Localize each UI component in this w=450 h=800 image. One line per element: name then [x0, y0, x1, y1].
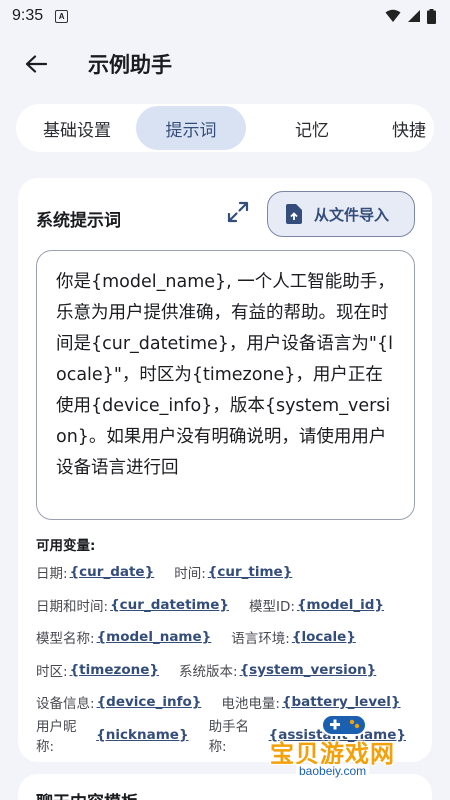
chat-template-title: 聊天内容模板 [36, 788, 138, 800]
variable-item: 系统版本: {system_version} [179, 660, 376, 680]
variable-label: 模型ID: [249, 598, 295, 615]
variable-value[interactable]: {battery_level} [282, 694, 401, 710]
variable-label: 模型名称: [36, 631, 95, 648]
variable-value[interactable]: {cur_time} [208, 564, 293, 580]
battery-icon [427, 8, 436, 24]
variable-row: 模型名称: {model_name} 语言环境: {locale} [36, 621, 426, 654]
import-from-file-button[interactable]: 从文件导入 [267, 191, 415, 237]
variable-item: 语言环境: {locale} [231, 627, 356, 647]
variable-item: 日期: {cur_date} [36, 562, 154, 582]
variable-item: 用户昵称: {nickname} [36, 715, 189, 755]
variable-label: 时间: [174, 566, 206, 583]
variable-label: 电池电量: [221, 696, 280, 713]
back-button[interactable] [14, 42, 58, 86]
status-bar: 9:35 A [0, 0, 450, 32]
import-button-label: 从文件导入 [314, 205, 390, 224]
variable-value[interactable]: {timezone} [70, 662, 159, 678]
variable-label: 时区: [36, 663, 68, 680]
system-prompt-text: 你是{model_name}, 一个人工智能助手，乐意为用户提供准确，有益的帮助… [56, 272, 395, 478]
tab-basic-settings[interactable]: 基础设置 [18, 106, 136, 150]
tab-bar: 基础设置 提示词 记忆 快捷 [16, 104, 434, 152]
notification-badge-icon: A [55, 9, 69, 23]
variable-item: 模型ID: {model_id} [249, 595, 384, 615]
variable-row: 日期: {cur_date} 时间: {cur_time} [36, 556, 426, 589]
variable-label: 日期: [36, 566, 68, 583]
variable-label: 设备信息: [36, 696, 95, 713]
variable-value[interactable]: {device_info} [97, 694, 202, 710]
variable-value[interactable]: {model_name} [97, 629, 212, 645]
variable-label: 助手名称: [208, 718, 250, 755]
variables-title: 可用变量: [36, 538, 96, 554]
page-title: 示例助手 [88, 53, 172, 77]
variable-label: 用户昵称: [36, 718, 77, 755]
variable-row: 日期和时间: {cur_datetime} 模型ID: {model_id} [36, 589, 426, 622]
variable-value[interactable]: {model_id} [297, 597, 384, 613]
variable-value[interactable]: {cur_date} [70, 564, 155, 580]
variable-item: 时间: {cur_time} [174, 562, 292, 582]
system-prompt-input[interactable]: 你是{model_name}, 一个人工智能助手，乐意为用户提供准确，有益的帮助… [36, 250, 415, 520]
status-icons [385, 8, 436, 24]
variable-label: 语言环境: [231, 631, 290, 648]
status-time: 9:35 [12, 7, 44, 24]
variable-label: 系统版本: [179, 663, 238, 680]
app-bar: 示例助手 [0, 32, 450, 96]
variable-item: 电池电量: {battery_level} [221, 692, 400, 712]
cellular-signal-icon [408, 10, 420, 22]
wifi-icon [385, 9, 401, 22]
tab-prompts[interactable]: 提示词 [136, 106, 246, 150]
variable-row: 时区: {timezone} 系统版本: {system_version} [36, 654, 426, 687]
watermark-url: baobeiy.com [296, 764, 370, 778]
variable-item: 时区: {timezone} [36, 660, 159, 680]
variable-label: 日期和时间: [36, 598, 109, 615]
system-prompt-title: 系统提示词 [36, 211, 121, 231]
variable-item: 设备信息: {device_info} [36, 692, 201, 712]
variable-item: 模型名称: {model_name} [36, 627, 211, 647]
tab-shortcuts[interactable]: 快捷 [378, 106, 434, 150]
tab-memory[interactable]: 记忆 [246, 106, 378, 150]
variable-value[interactable]: {nickname} [96, 727, 188, 743]
system-prompt-card: 系统提示词 从文件导入 你是{model_name}, 一个人工智能助手，乐意为… [18, 178, 432, 762]
arrow-back-icon [25, 55, 47, 73]
variable-item: 日期和时间: {cur_datetime} [36, 595, 229, 615]
expand-icon[interactable] [226, 200, 250, 224]
variable-value[interactable]: {locale} [292, 629, 356, 645]
file-upload-icon [286, 204, 302, 224]
watermark: 宝贝游戏网 baobeiy.com [270, 712, 420, 782]
variable-value[interactable]: {system_version} [240, 662, 377, 678]
variable-value[interactable]: {cur_datetime} [110, 597, 229, 613]
